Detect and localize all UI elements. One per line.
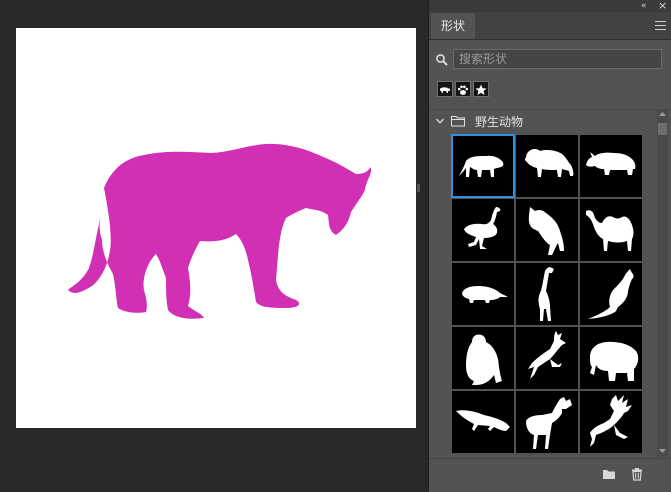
boar-shape-icon[interactable]	[437, 81, 453, 97]
paw-shape-icon[interactable]	[455, 81, 471, 97]
shape-thumb-reindeer[interactable]	[580, 391, 642, 453]
panel-topbar: « ×	[429, 0, 671, 12]
shape-thumb-camel[interactable]	[580, 199, 642, 261]
shape-thumb-giraffe[interactable]	[516, 263, 578, 325]
shape-thumb-wolf[interactable]	[516, 199, 578, 261]
shape-search	[435, 49, 664, 71]
magnifier-icon	[436, 54, 448, 66]
tiger-shape-layer[interactable]	[16, 28, 416, 428]
shape-thumbnail-grid	[450, 133, 654, 457]
shape-thumb-lion[interactable]	[516, 135, 578, 197]
shape-thumb-elephant[interactable]	[580, 327, 642, 389]
star-shape-icon[interactable]	[473, 81, 489, 97]
new-folder-icon[interactable]	[602, 467, 616, 481]
shape-thumb-moose[interactable]	[516, 391, 578, 453]
panel-tab-row: 形状	[429, 12, 671, 40]
hamburger-menu-icon[interactable]	[655, 21, 666, 30]
chevron-down-icon[interactable]	[435, 116, 445, 126]
scroll-thumb[interactable]	[658, 123, 667, 135]
shape-thumb-orangutan[interactable]	[452, 327, 514, 389]
group-label: 野生动物	[475, 115, 524, 129]
scroll-down-icon[interactable]	[659, 448, 666, 454]
shapes-panel: « × 形状 野生动物	[428, 0, 671, 492]
close-panel-button[interactable]: ×	[658, 0, 667, 12]
shape-thumb-ostrich[interactable]	[452, 199, 514, 261]
canvas-scroll-marker	[417, 184, 420, 192]
collapse-panel-button[interactable]: «	[641, 0, 647, 12]
trash-icon[interactable]	[630, 467, 644, 481]
tab-shapes[interactable]: 形状	[431, 13, 476, 39]
shape-list-scrollbar[interactable]	[657, 109, 668, 457]
folder-icon	[451, 116, 465, 127]
shape-group-wildlife[interactable]: 野生动物	[429, 109, 671, 134]
search-shapes-input[interactable]	[453, 49, 662, 69]
shape-thumb-leaping-deer[interactable]	[516, 327, 578, 389]
scroll-up-icon[interactable]	[659, 111, 666, 117]
artboard[interactable]	[16, 28, 416, 428]
panel-footer	[429, 458, 671, 492]
shape-thumb-rhinoceros[interactable]	[580, 135, 642, 197]
shape-thumb-kangaroo[interactable]	[580, 263, 642, 325]
shape-thumb-lizard[interactable]	[452, 391, 514, 453]
shape-thumb-tiger[interactable]	[451, 134, 515, 198]
document-canvas[interactable]	[0, 0, 428, 491]
shape-thumb-rodent[interactable]	[452, 263, 514, 325]
